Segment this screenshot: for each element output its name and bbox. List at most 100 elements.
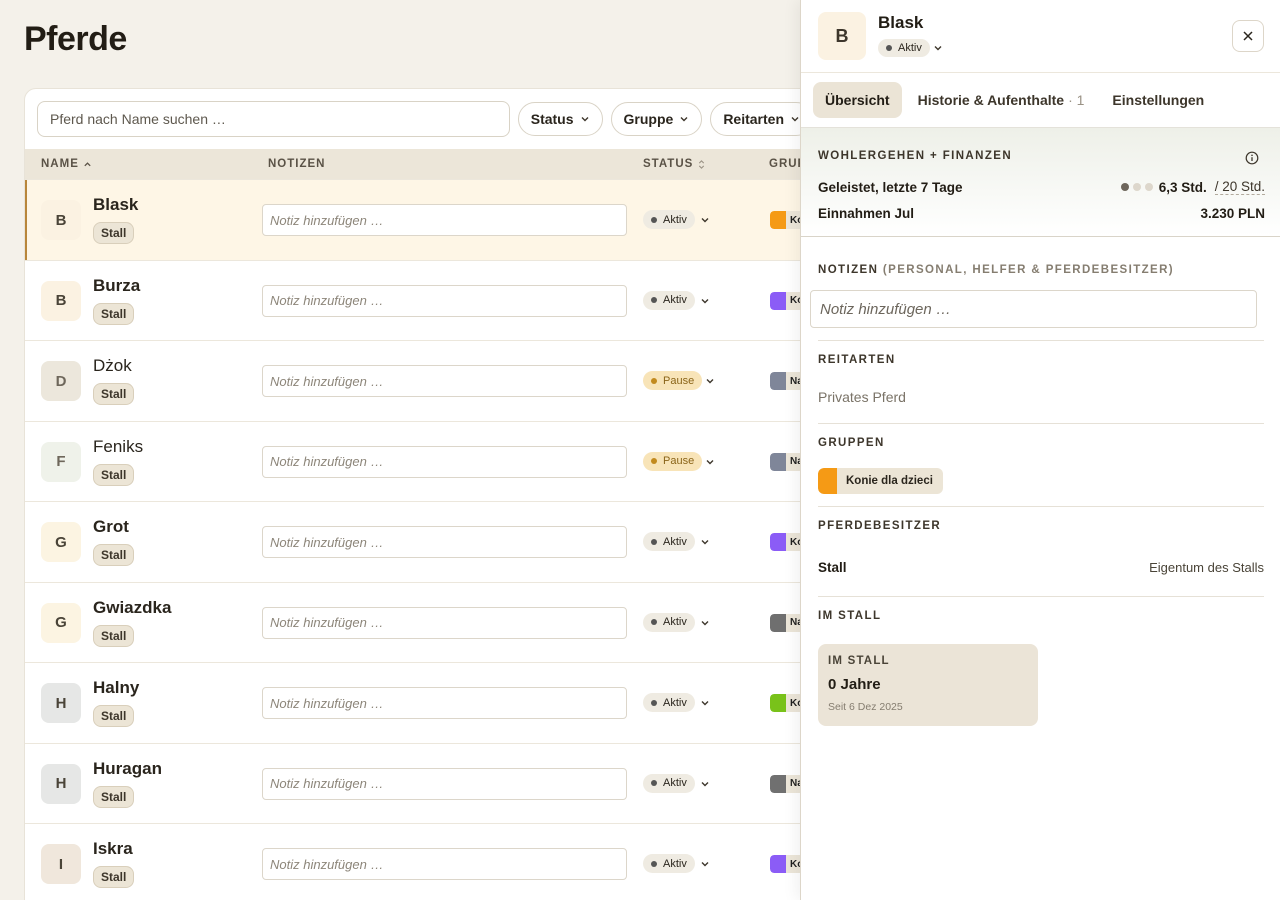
table-row[interactable]: F Feniks Stall Pause Na: [25, 420, 813, 501]
panel-horse-name: Blask: [878, 13, 924, 32]
column-header-notes-label: NOTIZEN: [268, 158, 326, 170]
chevron-down-icon[interactable]: [700, 537, 710, 547]
note-input[interactable]: [262, 767, 627, 800]
close-icon: [1243, 31, 1253, 41]
panel-tabs: Übersicht Historie & Aufenthalte · 1 Ein…: [801, 72, 1280, 127]
column-header-name[interactable]: NAME: [41, 158, 92, 170]
note-input[interactable]: [262, 445, 627, 478]
divider: [818, 506, 1264, 507]
group-chip[interactable]: Konie dla dzieci: [818, 468, 943, 494]
status-pill[interactable]: Aktiv: [643, 693, 695, 712]
divider: [818, 423, 1264, 424]
tab-history[interactable]: Historie & Aufenthalte · 1: [906, 82, 1097, 118]
status-filter-button[interactable]: Status: [517, 102, 603, 136]
status-dot-icon: [651, 860, 657, 867]
worked-hours-row: Geleistet, letzte 7 Tage 6,3 Std. / 20 S…: [818, 179, 1265, 195]
note-input[interactable]: [262, 204, 627, 236]
status-dot-icon: [651, 538, 657, 545]
status-dot-icon: [651, 297, 657, 303]
note-input[interactable]: [262, 526, 627, 558]
note-input[interactable]: [262, 284, 627, 317]
stall-badge: Stall: [93, 785, 135, 808]
note-input[interactable]: [262, 687, 627, 719]
panel-status-pill[interactable]: Aktiv: [878, 39, 930, 57]
status-pill[interactable]: Aktiv: [643, 210, 695, 229]
income-value: 3.230 PLN: [1200, 206, 1265, 221]
search-input[interactable]: [37, 101, 510, 137]
panel-status-label: Aktiv: [898, 42, 922, 54]
group-color-swatch: [818, 468, 837, 494]
chevron-down-icon[interactable]: [700, 618, 710, 628]
horse-avatar: B: [41, 280, 81, 321]
horse-name[interactable]: Burza: [93, 276, 140, 296]
table-row[interactable]: I Iskra Stall Aktiv Ko: [25, 823, 813, 900]
horse-name[interactable]: Grot: [93, 517, 129, 537]
chevron-down-icon[interactable]: [700, 859, 710, 869]
chevron-down-icon[interactable]: [700, 779, 710, 789]
table-row[interactable]: B Burza Stall Aktiv Ko: [25, 259, 813, 340]
notes-title: NOTIZEN: [818, 264, 879, 276]
horse-avatar: G: [41, 602, 81, 643]
reitarten-filter-label: Reitarten: [723, 111, 784, 127]
stall-badge: Stall: [93, 302, 135, 325]
stall-badge: Stall: [93, 866, 135, 888]
chevron-down-icon[interactable]: [705, 457, 715, 467]
stall-badge: Stall: [93, 383, 135, 405]
status-pill[interactable]: Aktiv: [643, 773, 695, 793]
note-input[interactable]: [262, 606, 627, 639]
group-chip-label: Konie dla dzieci: [846, 475, 933, 487]
group-color-swatch: [770, 533, 786, 551]
horse-name[interactable]: Blask: [93, 195, 138, 215]
worked-target[interactable]: / 20 Std.: [1214, 179, 1265, 195]
tab-overview[interactable]: Übersicht: [813, 82, 902, 118]
chevron-down-icon[interactable]: [700, 215, 710, 225]
group-filter-button[interactable]: Gruppe: [610, 102, 703, 136]
worked-label: Geleistet, letzte 7 Tage: [818, 179, 963, 195]
workload-dot: [1132, 183, 1141, 191]
table-row[interactable]: H Halny Stall Aktiv Ko: [25, 662, 813, 743]
info-icon[interactable]: [1245, 151, 1259, 165]
panel-note-input[interactable]: [810, 290, 1257, 328]
horse-name[interactable]: Iskra: [93, 839, 133, 859]
status-label: Aktiv: [663, 616, 687, 628]
tab-settings[interactable]: Einstellungen: [1100, 82, 1216, 118]
horse-name[interactable]: Dżok: [93, 356, 132, 376]
table-row[interactable]: G Gwiazdka Stall Aktiv Na: [25, 581, 813, 662]
status-pill[interactable]: Aktiv: [643, 532, 695, 551]
horse-name[interactable]: Huragan: [93, 759, 162, 779]
table-row[interactable]: G Grot Stall Aktiv Ko: [25, 501, 813, 582]
table-row[interactable]: D Dżok Stall Pause Na: [25, 340, 813, 421]
status-pill[interactable]: Aktiv: [643, 854, 695, 873]
sort-ascending-icon: [84, 161, 91, 166]
horse-name[interactable]: Halny: [93, 678, 139, 698]
reitarten-filter-button[interactable]: Reitarten: [710, 102, 813, 136]
note-input[interactable]: [262, 848, 627, 880]
status-label: Aktiv: [663, 857, 687, 870]
status-label: Pause: [663, 455, 695, 467]
group-filter-label: Gruppe: [623, 111, 674, 127]
chevron-down-icon[interactable]: [933, 43, 943, 53]
horse-avatar: D: [41, 361, 81, 401]
close-button[interactable]: [1232, 20, 1264, 52]
owner-title: PFERDEBESITZER: [818, 520, 942, 532]
status-pill[interactable]: Aktiv: [643, 612, 695, 632]
horse-name[interactable]: Gwiazdka: [93, 598, 171, 618]
chevron-down-icon[interactable]: [700, 296, 710, 306]
column-header-status[interactable]: STATUS: [643, 158, 706, 170]
column-header-status-label: STATUS: [643, 158, 694, 170]
workload-dot: [1144, 183, 1153, 191]
status-pill[interactable]: Pause: [643, 371, 703, 390]
worked-value: 6,3 Std.: [1158, 179, 1207, 195]
status-pill[interactable]: Aktiv: [643, 290, 695, 310]
table-row[interactable]: H Huragan Stall Aktiv Na: [25, 742, 813, 823]
note-input[interactable]: [262, 365, 627, 397]
stall-badge: Stall: [93, 222, 135, 244]
chevron-down-icon[interactable]: [705, 376, 715, 386]
wellbeing-title: WOHLERGEHEN + FINANZEN: [818, 150, 1013, 162]
chevron-down-icon[interactable]: [700, 698, 710, 708]
table-row[interactable]: B Blask Stall Aktiv Ko: [25, 179, 813, 260]
horse-avatar: H: [41, 763, 81, 804]
horse-name[interactable]: Feniks: [93, 437, 143, 457]
horse-avatar: F: [41, 441, 81, 482]
status-pill[interactable]: Pause: [643, 451, 703, 471]
